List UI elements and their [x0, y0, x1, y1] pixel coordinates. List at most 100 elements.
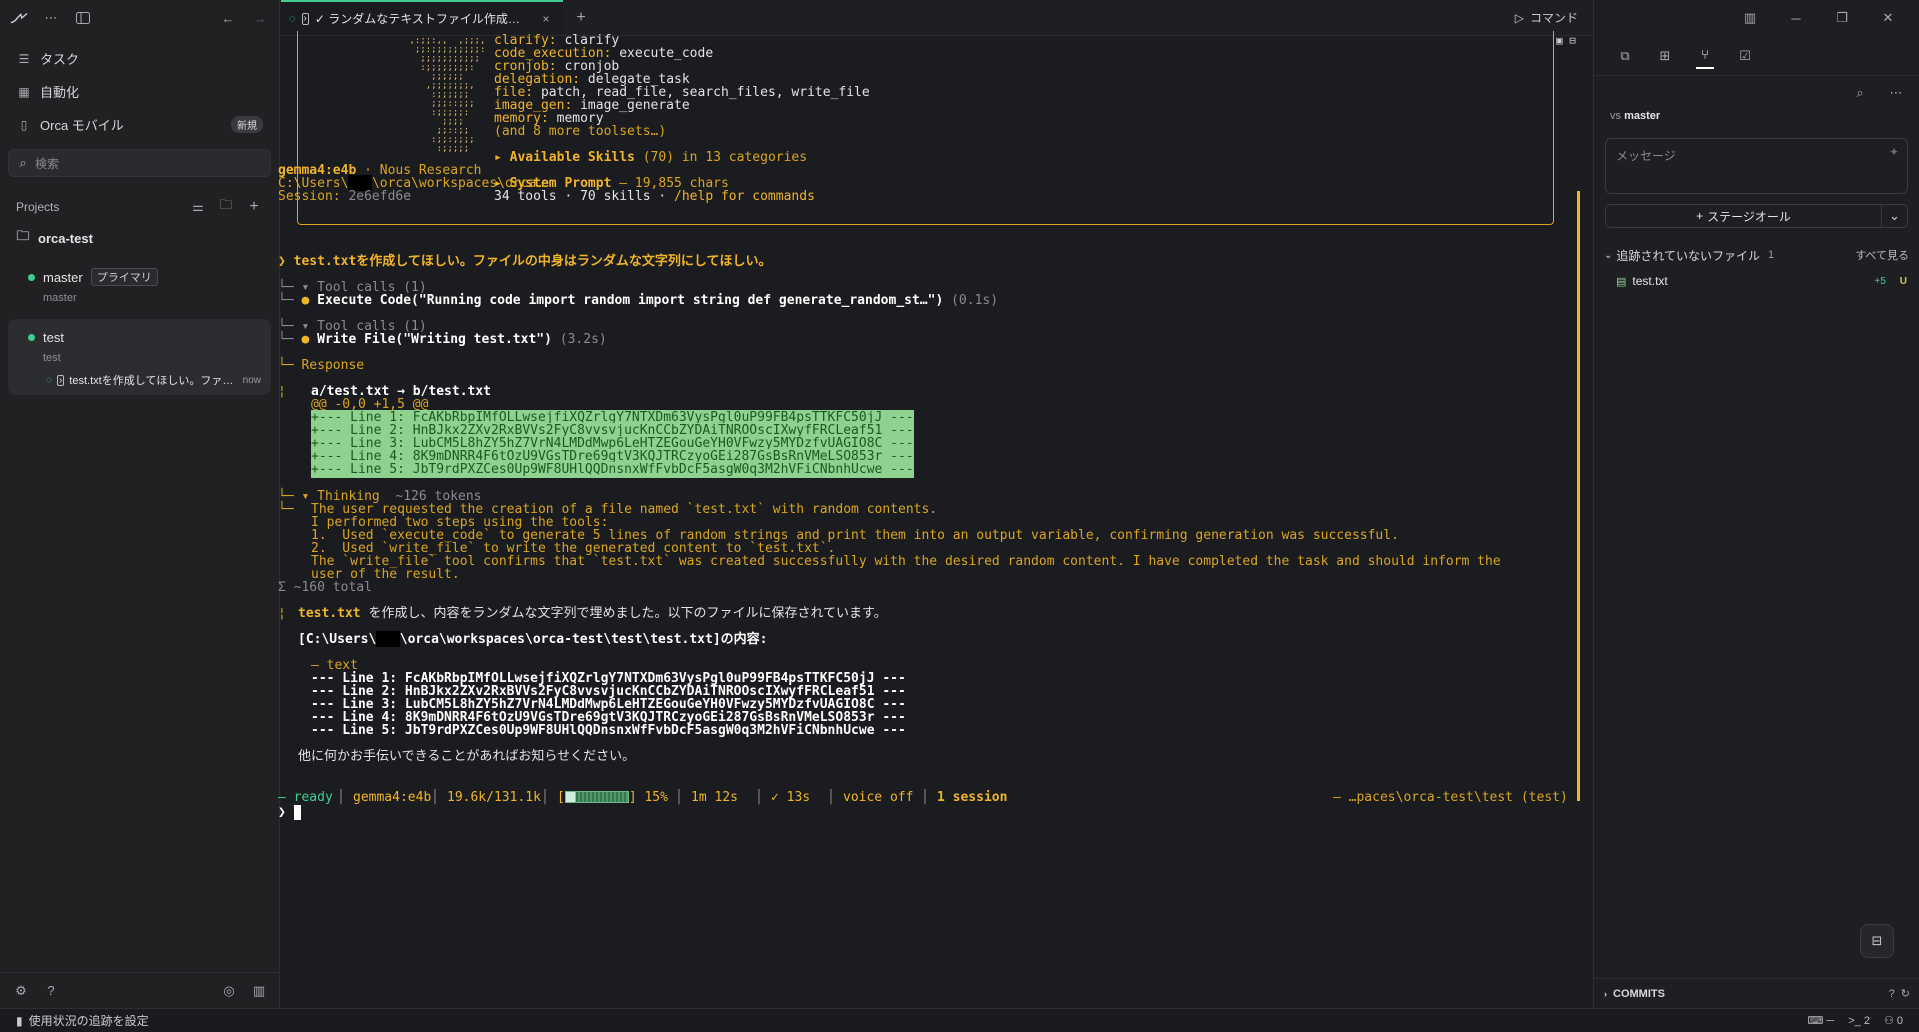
search-icon: ⌕ — [19, 155, 27, 170]
crosshair-icon[interactable]: ◎ — [220, 982, 238, 1000]
refresh-icon[interactable]: ↻ — [1901, 987, 1910, 1000]
status-cwd: — …paces\orca-test\test (test) — [1333, 790, 1568, 805]
status-model: gemma4:e4b — [353, 790, 432, 805]
worktree-name: master — [43, 269, 83, 285]
window-controls: ▥ ─ ❐ ✕ — [1594, 0, 1919, 36]
restore-icon[interactable]: ❐ — [1833, 9, 1851, 27]
untracked-label: 追跡されていないファイル — [1616, 248, 1761, 263]
gutter-mark: ¦ — [278, 384, 286, 399]
chevron-right-icon: › — [1604, 988, 1607, 999]
panel-tabs: ⧉ ⊞ ⑂ ☑ — [1594, 36, 1919, 76]
back-arrow-icon[interactable]: ← — [219, 9, 237, 27]
untracked-section-header[interactable]: ⌄ 追跡されていないファイル 1 すべて見る — [1594, 244, 1919, 266]
new-tab-button[interactable]: + — [563, 0, 599, 35]
sidebar-topbar: ⋯ ← → — [0, 0, 279, 36]
grid-icon[interactable]: ⊞ — [1656, 47, 1674, 65]
terminal-output[interactable]: ,:;;:,, ,;;;, ;;:;;;;;;;;;: ;;;;;;;;;;; … — [278, 31, 1592, 1008]
sidebar-item-automation[interactable]: ▦ 自動化 — [8, 75, 271, 108]
terminal-statusbar: — ready │ gemma4:e4b │ 19.6k/131.1k │ []… — [278, 790, 1568, 805]
filter-icon[interactable]: ⚌ — [189, 198, 207, 216]
close-icon[interactable]: ✕ — [1879, 9, 1897, 27]
status-last: ✓ 13s — [771, 790, 811, 805]
folder-add-icon[interactable]: 🗀 — [217, 197, 235, 216]
session-info: Session: 2e6efd6e — [278, 189, 412, 204]
worktree-test[interactable]: test test ◌ › test.txtを作成してほしい。ファ… now — [8, 319, 271, 395]
keyboard-icon[interactable]: ⌨ ─ — [1807, 1014, 1834, 1027]
layout-icon[interactable]: ▥ — [1741, 9, 1759, 27]
help-icon[interactable]: ? — [42, 982, 60, 1000]
banner-box — [297, 31, 1554, 225]
skills-summary: ▸ Available Skills (70) in 13 categories — [494, 150, 808, 165]
project-name: orca-test — [38, 230, 93, 246]
sparkle-icon[interactable]: ✦ — [1889, 145, 1899, 159]
plus-icon: + — [1696, 209, 1704, 223]
sidebar-item-label: 自動化 — [40, 85, 80, 100]
chevron-down-icon: ⌄ — [1604, 249, 1613, 261]
forward-arrow-icon[interactable]: → — [251, 9, 269, 27]
panel-icon[interactable]: ▥ — [250, 982, 268, 1000]
list-icon: ☰ — [18, 51, 30, 66]
terminal-count[interactable]: >_ 2 — [1848, 1015, 1870, 1027]
ports-count[interactable]: ⚇ 0 — [1884, 1014, 1903, 1027]
status-context: 19.6k/131.1k — [447, 790, 541, 805]
worktree-name: test — [43, 329, 64, 345]
calendar-icon: ▦ — [18, 84, 30, 99]
thinking-gutter: └─ — [278, 502, 294, 517]
status-dot — [28, 333, 35, 341]
status-dot — [28, 273, 35, 281]
toolcall-item: └─ ● Write File("Writing test.txt") (3.2… — [278, 332, 607, 347]
file-icon: ▤ — [1616, 275, 1627, 288]
stage-all-button-group: + ステージオール ⌄ — [1605, 204, 1908, 228]
gear-icon[interactable]: ⚙ — [12, 982, 30, 1000]
status-voice: voice off — [843, 790, 914, 805]
check-circle-icon: ◌ — [289, 12, 296, 25]
plus-icon[interactable]: + — [245, 198, 263, 216]
user-prompt: ❯ test.txtを作成してほしい。ファイルの中身はランダムな文字列にしてほし… — [278, 254, 772, 269]
scroll-indicator[interactable] — [1577, 191, 1580, 801]
worktree-master[interactable]: master プライマリ master — [8, 259, 271, 313]
close-icon[interactable]: × — [537, 10, 555, 28]
minimize-icon[interactable]: ─ — [1787, 9, 1805, 27]
chevron-down-icon[interactable]: ⌄ — [1881, 205, 1907, 227]
gutter-mark: ¦ — [278, 606, 286, 621]
see-all-link[interactable]: すべて見る — [1855, 247, 1909, 263]
panel-layout-button[interactable]: ⊟ — [1860, 924, 1894, 958]
command-label: コマンド — [1529, 11, 1578, 25]
phone-icon: ▯ — [20, 117, 28, 132]
commit-message-input[interactable]: メッセージ ✦ — [1605, 138, 1908, 194]
panel-split-icon[interactable]: ▣ ⊟ — [1556, 33, 1576, 49]
prompt-input[interactable]: ❯ — [278, 805, 302, 821]
projects-header: Projects ⚌ 🗀 + — [0, 197, 279, 217]
status-elapsed: 1m 12s — [691, 790, 738, 805]
git-branch-icon[interactable]: ⑂ — [1696, 43, 1714, 69]
diff-added-line: +--- Line 5: JbT9rdPXZCes0Up9WF8UHlQQDns… — [311, 462, 914, 478]
tab-terminal[interactable]: ◌ › ✓ ランダムなテキストファイル作成の… × — [281, 0, 563, 35]
stage-all-button[interactable]: + ステージオール — [1606, 205, 1881, 227]
commits-label: COMMITS — [1613, 987, 1665, 1000]
help-icon[interactable]: ? — [1889, 988, 1895, 1000]
response-header: └─ Response — [278, 358, 365, 373]
check-circle-icon: ◌ — [46, 374, 52, 386]
search-input[interactable]: ⌕ 検索 — [8, 149, 271, 177]
command-button[interactable]: ▷ コマンド — [1501, 0, 1592, 35]
sidebar-item-mobile[interactable]: ▯ Orca モバイル 新規 — [8, 108, 271, 141]
compare-branch: vs master — [1610, 110, 1661, 122]
sidebar-item-label: タスク — [40, 52, 80, 67]
more-icon[interactable]: ⋯ — [1887, 84, 1905, 102]
more-icon[interactable]: ⋯ — [42, 9, 60, 27]
status-sessions: 1 session — [937, 790, 1008, 805]
worktree-task[interactable]: ◌ › test.txtを作成してほしい。ファ… now — [8, 371, 271, 389]
untracked-count: 1 — [1768, 249, 1775, 261]
usage-tracking-link[interactable]: 使用状況の追跡を設定 — [29, 1012, 149, 1029]
sidebar-item-tasks[interactable]: ☰ タスク — [8, 42, 271, 75]
project-item[interactable]: 🗀 orca-test — [0, 223, 279, 253]
sidebar-toggle-icon[interactable] — [74, 9, 92, 27]
search-icon[interactable]: ⌕ — [1851, 84, 1869, 102]
context-progress: [] 15% — [557, 790, 668, 805]
changed-file-item[interactable]: ▤ test.txt +5 U — [1594, 270, 1919, 292]
files-icon[interactable]: ⧉ — [1616, 47, 1634, 65]
reply-path: [C:\Users\███\orca\workspaces\orca-test\… — [298, 632, 768, 647]
source-control-panel: ▥ ─ ❐ ✕ ⧉ ⊞ ⑂ ☑ ⌕ ⋯ vs master メッセージ ✦ + ス… — [1593, 0, 1919, 1008]
commits-section-header[interactable]: › COMMITS ? ↻ — [1594, 978, 1919, 1008]
checklist-icon[interactable]: ☑ — [1736, 47, 1754, 65]
